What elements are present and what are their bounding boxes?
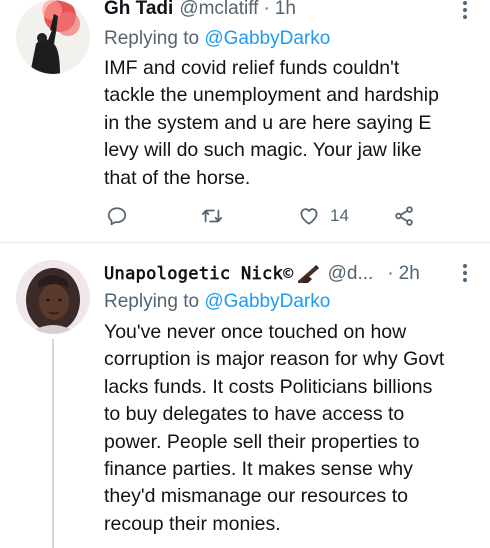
tweet-text-line: to buy delegates to have access to — [104, 403, 405, 426]
heart-icon — [300, 208, 318, 225]
tweet-text-line: in the system and u are here saying E — [104, 111, 432, 134]
tweet-text: IMF and covid relief funds couldn't tack… — [104, 55, 479, 192]
reply-icon — [107, 207, 127, 226]
more-icon[interactable] — [462, 0, 468, 20]
reply-to-link[interactable]: @GabbyDarko — [204, 291, 330, 312]
like-count: 14 — [330, 206, 349, 225]
timestamp[interactable]: 1h — [275, 0, 296, 21]
tweet-text-line: finance parties. It makes sense why — [104, 458, 413, 481]
tweet-text-line: recoup their monies. — [104, 512, 281, 535]
like-button[interactable]: 14 — [298, 202, 349, 230]
tweet[interactable]: 𝚄𝚗𝚊𝚙𝚘𝚕𝚘𝚐𝚎𝚝𝚒𝚌 𝙽𝚒𝚌𝚔© @d... · 2h Replying t… — [0, 243, 490, 548]
share-button[interactable] — [393, 202, 415, 230]
share-icon — [395, 206, 413, 226]
tweet-text-line: they'd mismanage our resources to — [104, 485, 408, 508]
reply-button[interactable] — [106, 202, 128, 230]
writing-hand-icon — [296, 265, 322, 283]
replying-to: Replying to @GabbyDarko — [104, 27, 330, 51]
tweet-text-line: corruption is major reason for why Govt — [104, 348, 445, 371]
more-icon[interactable] — [462, 263, 468, 283]
tweet-text-line: tackle the unemployment and hardship — [104, 84, 439, 107]
replying-to-label: Replying to — [104, 28, 200, 49]
tweet-text-line: power. People sell their properties to — [104, 430, 420, 453]
tweet-text-line: lacks funds. It costs Politicians billio… — [104, 375, 433, 398]
tweet-header: 𝚄𝚗𝚊𝚙𝚘𝚕𝚘𝚐𝚎𝚝𝚒𝚌 𝙽𝚒𝚌𝚔© @d... · 2h — [104, 262, 420, 286]
timestamp[interactable]: 2h — [399, 262, 420, 286]
reply-to-link[interactable]: @GabbyDarko — [204, 28, 330, 49]
tweet-header: Gh Tadi @mclatiff · 1h — [104, 0, 296, 21]
tweet-text-line: that of the horse. — [104, 166, 251, 189]
tweet-text-line: levy will do such magic. Your jaw like — [104, 139, 422, 162]
tweet-text-line: You've never once touched on how — [104, 321, 407, 343]
avatar[interactable] — [16, 0, 90, 74]
replying-to: Replying to @GabbyDarko — [104, 290, 330, 314]
separator-dot: · — [387, 263, 394, 284]
tweet-text-line: IMF and covid relief funds couldn't — [104, 57, 400, 79]
display-name[interactable]: Gh Tadi — [104, 0, 173, 21]
tweet[interactable]: Gh Tadi @mclatiff · 1h Replying to @Gabb… — [0, 0, 490, 242]
retweet-icon — [201, 209, 223, 223]
tweet-text: You've never once touched on how corrupt… — [104, 319, 479, 538]
avatar[interactable] — [16, 260, 90, 334]
display-name[interactable]: 𝚄𝚗𝚊𝚙𝚘𝚕𝚘𝚐𝚎𝚝𝚒𝚌 𝙽𝚒𝚌𝚔© — [104, 262, 294, 286]
user-handle[interactable]: @mclatiff — [179, 0, 258, 21]
separator-dot: · — [263, 0, 270, 19]
thread-line — [52, 339, 54, 548]
user-handle[interactable]: @d... — [328, 262, 374, 286]
tweet-actions: 14 — [0, 202, 490, 230]
retweet-button[interactable] — [201, 202, 223, 230]
replying-to-label: Replying to — [104, 291, 200, 312]
